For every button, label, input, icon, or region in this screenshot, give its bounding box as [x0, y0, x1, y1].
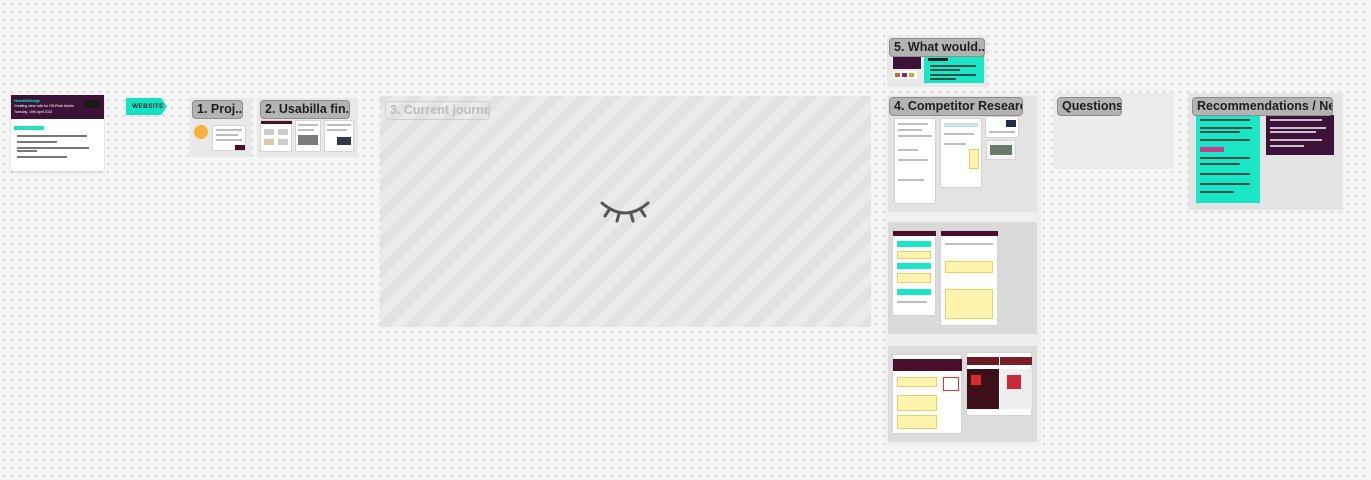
kickoff-bullet — [17, 156, 67, 158]
frame-title-current-journey[interactable]: 3. Current journey — [385, 101, 490, 120]
competitor-screenshot — [892, 230, 936, 316]
kickoff-bullet — [17, 141, 57, 143]
kickoff-card[interactable]: Heart&Wedge Creating clear rails for Off… — [11, 95, 104, 171]
kickoff-bullet — [17, 147, 89, 149]
competitor-screenshot — [894, 118, 936, 204]
sticky-note — [924, 55, 984, 83]
eye-closed-icon — [600, 201, 650, 223]
kickoff-logo-badge — [84, 100, 100, 108]
frame-title-competitor-research[interactable]: 4. Competitor Research — [889, 97, 1023, 116]
sticky-note-next-steps — [1266, 115, 1334, 155]
frame-title-usabilla[interactable]: 2. Usabilla fin... — [260, 100, 350, 119]
frame-title-what-would[interactable]: 5. What would... — [889, 38, 985, 57]
competitor-section-3 — [888, 346, 1037, 442]
competitor-section-2 — [888, 222, 1037, 334]
website-tag[interactable]: WEBSITE — [126, 98, 167, 115]
emoji-sticker — [194, 125, 208, 139]
thumbnail-logos — [893, 71, 917, 79]
frame-title-project[interactable]: 1. Proj... — [192, 100, 243, 119]
kickoff-heading: Heart&Wedge — [14, 98, 41, 103]
competitor-screenshot — [986, 140, 1016, 160]
kickoff-bullet — [17, 135, 87, 137]
sticky-note-recommendations — [1196, 115, 1260, 203]
frame-competitor-research[interactable] — [886, 94, 1041, 446]
thumbnail-header — [893, 55, 921, 69]
frame-title-recommendations[interactable]: Recommendations / Ne... — [1192, 97, 1333, 116]
thumbnail — [260, 120, 292, 152]
competitor-screenshot — [892, 354, 962, 434]
frame-current-journey[interactable] — [380, 96, 871, 327]
kickoff-subtitle: Creating clear rails for Off-Peak ticket… — [14, 104, 74, 108]
thumbnail-doc — [212, 125, 246, 151]
kickoff-bullet — [17, 150, 37, 152]
kickoff-objectives-label — [14, 126, 44, 130]
kickoff-date: Tuesday, 19th April 2022 — [14, 110, 53, 114]
thumbnail — [324, 120, 354, 152]
competitor-screenshot — [966, 352, 1032, 416]
competitor-screenshot — [940, 118, 982, 188]
competitor-screenshot — [940, 230, 998, 326]
thumbnail — [295, 120, 321, 152]
competitor-screenshot — [985, 116, 1019, 138]
frame-title-questions[interactable]: Questions — [1057, 97, 1122, 116]
kickoff-card-header: Heart&Wedge Creating clear rails for Off… — [11, 95, 104, 119]
